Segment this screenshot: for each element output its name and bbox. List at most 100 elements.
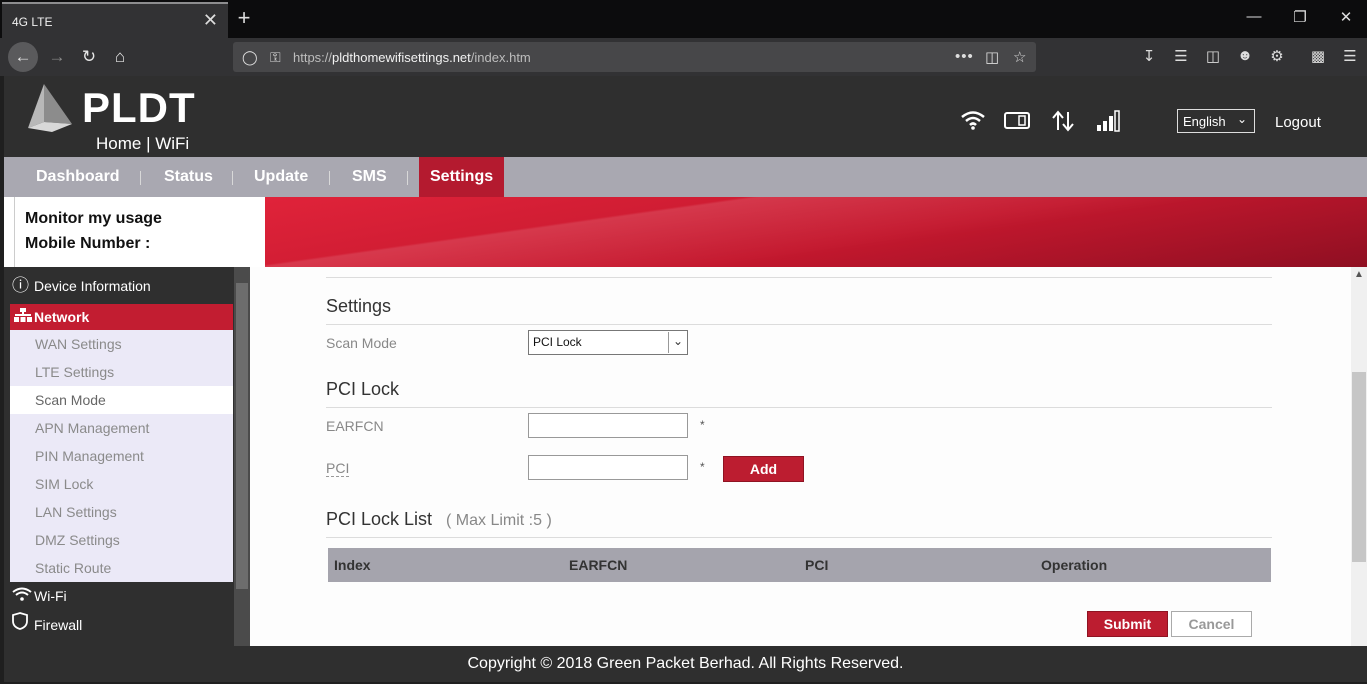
shield-icon[interactable]: ◯: [242, 49, 258, 66]
main-content: Settings Scan Mode PCI Lock ⌄ PCI Lock E…: [250, 267, 1351, 646]
sidebar-item-network[interactable]: Network: [10, 304, 233, 330]
sidebar-item-label: Network: [34, 309, 90, 325]
chevron-down-icon: ⌄: [1236, 112, 1247, 126]
pci-label: PCI: [326, 460, 350, 477]
menu-divider: [407, 171, 408, 185]
sidebar-icon[interactable]: ◫: [1202, 47, 1224, 65]
required-mark: *: [700, 460, 705, 474]
divider: [326, 407, 1272, 408]
scrollbar-thumb[interactable]: [1352, 372, 1366, 562]
bookmark-star-icon[interactable]: ☆: [1013, 48, 1026, 66]
signal-strength-icon: [1096, 110, 1120, 138]
sidebar-item-firewall[interactable]: Firewall: [12, 611, 82, 639]
page-scrollbar[interactable]: ▲: [1351, 267, 1367, 646]
back-icon[interactable]: ←: [8, 42, 38, 72]
brand-subtitle: Home | WiFi: [96, 134, 190, 153]
language-select[interactable]: English ⌄: [1177, 109, 1255, 133]
lock-icon[interactable]: ⚿: [270, 49, 281, 66]
add-button[interactable]: Add: [723, 456, 804, 482]
browser-tab[interactable]: 4G LTE ✕: [2, 2, 228, 38]
scan-mode-label: Scan Mode: [326, 335, 397, 351]
extensions-icon[interactable]: ▩: [1307, 47, 1329, 65]
restore-icon[interactable]: ❐: [1290, 8, 1310, 26]
pci-lock-title: PCI Lock: [326, 379, 400, 399]
sidebar-item-sim-lock[interactable]: SIM Lock: [10, 470, 233, 498]
sidebar-item-dmz-settings[interactable]: DMZ Settings: [10, 526, 233, 554]
divider: [326, 277, 1272, 278]
gear-icon[interactable]: ⚙: [1266, 47, 1288, 65]
menu-dashboard[interactable]: Dashboard: [25, 157, 131, 197]
sidebar-item-label: Firewall: [34, 617, 83, 633]
wifi-icon: [12, 582, 34, 610]
footer: Copyright © 2018 Green Packet Berhad. Al…: [4, 646, 1367, 682]
menu-status[interactable]: Status: [153, 157, 224, 197]
download-icon[interactable]: ↧: [1138, 47, 1160, 65]
logout-link[interactable]: Logout: [1275, 114, 1321, 131]
wifi-status-icon: [960, 110, 986, 136]
menu-icon[interactable]: ☰: [1339, 47, 1361, 65]
home-icon[interactable]: ⌂: [107, 44, 133, 70]
max-limit-note: ( Max Limit :5 ): [446, 512, 552, 529]
brand-name: PLDT: [82, 84, 196, 131]
reload-icon[interactable]: ↻: [76, 44, 102, 70]
menu-update[interactable]: Update: [243, 157, 319, 197]
sidebar-item-scan-mode[interactable]: Scan Mode: [10, 386, 233, 414]
pocket-icon[interactable]: ◫: [985, 48, 999, 66]
column-index: Index: [334, 557, 371, 573]
sidebar-item-pin-management[interactable]: PIN Management: [10, 442, 233, 470]
sidebar-item-label: Wi-Fi: [34, 588, 67, 604]
menu-sms[interactable]: SMS: [341, 157, 398, 197]
column-pci: PCI: [805, 557, 829, 573]
sim-status-icon: [1004, 110, 1030, 136]
pci-input[interactable]: [528, 455, 688, 480]
scrollbar-thumb[interactable]: [236, 283, 248, 589]
divider: [326, 324, 1272, 325]
divider: [326, 537, 1272, 538]
browser-tab-bar: 4G LTE ✕ + — ❐ ✕: [0, 0, 1367, 38]
page-actions-icon[interactable]: •••: [955, 48, 974, 65]
sidebar-item-device-information[interactable]: ⓘ Device Information: [12, 272, 151, 300]
sidebar-item-static-route[interactable]: Static Route: [10, 554, 233, 582]
pldt-logo-icon: [22, 84, 76, 139]
sidebar-item-lan-settings[interactable]: LAN Settings: [10, 498, 233, 526]
usage-panel: Monitor my usage Mobile Number :: [14, 197, 265, 267]
forward-icon[interactable]: →: [44, 44, 70, 70]
banner-decoration: [265, 197, 1367, 267]
minimize-icon[interactable]: —: [1244, 8, 1264, 25]
copyright-text: Copyright © 2018 Green Packet Berhad. Al…: [467, 655, 904, 672]
menu-divider: [329, 171, 330, 185]
sidebar-item-apn-management[interactable]: APN Management: [10, 414, 233, 442]
url-text[interactable]: https://pldthomewifisettings.net/index.h…: [293, 50, 531, 65]
sidebar-item-wan-settings[interactable]: WAN Settings: [10, 330, 233, 358]
new-tab-icon[interactable]: +: [234, 5, 254, 31]
pci-lock-table-header: Index EARFCN PCI Operation: [328, 548, 1271, 582]
sidebar-scrollbar[interactable]: [234, 267, 250, 646]
cancel-button[interactable]: Cancel: [1171, 611, 1252, 637]
router-page: PLDT Home | WiFi English ⌄ Logout Dashbo…: [4, 76, 1367, 682]
main-menu: Dashboard Status Update SMS Settings: [4, 157, 1367, 197]
close-window-icon[interactable]: ✕: [1336, 8, 1356, 26]
submit-button[interactable]: Submit: [1087, 611, 1168, 637]
network-submenu: WAN Settings LTE Settings Scan Mode APN …: [10, 330, 233, 582]
browser-toolbar: ← → ↻ ⌂ ◯ ⚿ https://pldthomewifisettings…: [0, 38, 1367, 76]
chevron-down-icon: ⌄: [672, 334, 683, 348]
monitor-usage-label[interactable]: Monitor my usage: [25, 210, 162, 228]
banner: [265, 197, 1367, 267]
close-tab-icon[interactable]: ✕: [203, 10, 218, 31]
sidebar-item-lte-settings[interactable]: LTE Settings: [10, 358, 233, 386]
earfcn-label: EARFCN: [326, 418, 384, 434]
url-bar[interactable]: ◯ ⚿ https://pldthomewifisettings.net/ind…: [233, 42, 1036, 72]
scan-mode-select[interactable]: PCI Lock ⌄: [528, 330, 688, 355]
library-icon[interactable]: ☰: [1170, 47, 1192, 65]
account-icon[interactable]: ☻: [1234, 47, 1256, 64]
scroll-up-icon[interactable]: ▲: [1354, 269, 1364, 280]
column-earfcn: EARFCN: [569, 557, 628, 573]
menu-divider: [232, 171, 233, 185]
scan-mode-value: PCI Lock: [533, 335, 582, 349]
tab-title: 4G LTE: [12, 15, 53, 29]
earfcn-input[interactable]: [528, 413, 688, 438]
sidebar-item-wifi[interactable]: Wi-Fi: [12, 582, 67, 610]
select-divider: [668, 332, 669, 353]
info-icon: ⓘ: [12, 276, 29, 295]
menu-settings[interactable]: Settings: [419, 157, 505, 197]
